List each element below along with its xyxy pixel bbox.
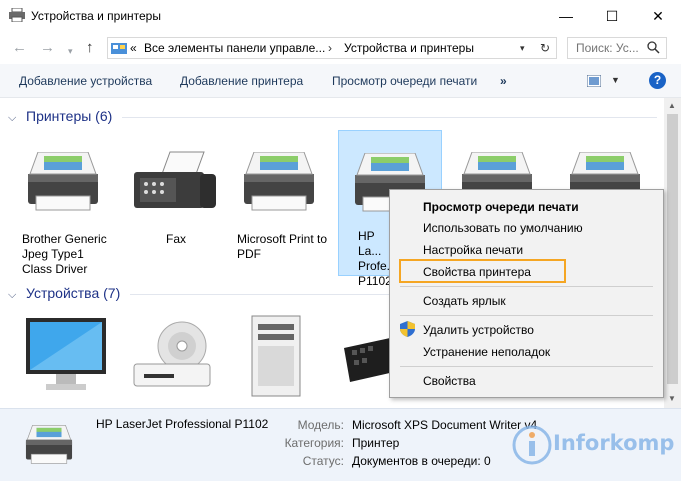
computer-tower-icon bbox=[251, 315, 301, 397]
printer-tile-brother[interactable]: Brother Generic Jpeg Type1 Class Driver bbox=[10, 132, 114, 278]
help-icon[interactable]: ? bbox=[649, 72, 666, 89]
add-device-button[interactable]: Добавление устройства bbox=[19, 74, 152, 88]
printer-label: Microsoft Print to PDF bbox=[237, 232, 328, 261]
group-header-printers[interactable]: ⌵ Принтеры (6) bbox=[8, 108, 112, 125]
menu-item-printer-properties[interactable]: Свойства принтера bbox=[423, 265, 531, 279]
group-header-devices[interactable]: ⌵ Устройства (7) bbox=[8, 285, 120, 302]
category-label: Категория: bbox=[284, 436, 344, 450]
address-dropdown-icon[interactable]: ▾ bbox=[520, 43, 525, 54]
keyboard-icon bbox=[344, 338, 394, 382]
collapse-chevron-icon[interactable]: ⌵ bbox=[8, 112, 20, 125]
maximize-icon: ☐ bbox=[605, 7, 619, 24]
printer-icon bbox=[28, 152, 98, 211]
command-bar: Добавление устройства Добавление принтер… bbox=[0, 64, 681, 98]
model-label: Модель: bbox=[297, 418, 344, 432]
device-tile-optical-drive[interactable] bbox=[124, 312, 228, 408]
printer-tile-microsoft-pdf[interactable]: Microsoft Print to PDF bbox=[226, 132, 330, 278]
context-menu: Просмотр очереди печати Использовать по … bbox=[389, 189, 664, 398]
printer-label: Brother Generic Jpeg Type1 Class Driver bbox=[22, 232, 107, 276]
menu-item-properties[interactable]: Свойства bbox=[423, 374, 476, 388]
search-box[interactable] bbox=[567, 37, 667, 59]
close-icon: ✕ bbox=[652, 7, 664, 24]
breadcrumb-separator-icon[interactable]: › bbox=[328, 41, 332, 55]
breadcrumb-overflow[interactable]: « bbox=[130, 41, 137, 55]
search-input[interactable] bbox=[568, 38, 648, 58]
control-panel-icon bbox=[111, 43, 127, 54]
printer-tile-fax[interactable]: Fax bbox=[124, 132, 228, 278]
watermark-logo: Inforkomp bbox=[510, 420, 675, 472]
printer-label: Fax bbox=[165, 232, 186, 246]
print-queue-button[interactable]: Просмотр очереди печати bbox=[332, 74, 477, 88]
uac-shield-icon bbox=[400, 321, 415, 337]
menu-item-printing-preferences[interactable]: Настройка печати bbox=[423, 243, 523, 257]
scroll-down-arrow-icon[interactable]: ▼ bbox=[668, 394, 676, 403]
title-bar: Устройства и принтеры — ☐ ✕ bbox=[0, 0, 681, 32]
watermark-text: Inforkomp bbox=[553, 431, 675, 455]
breadcrumb-item-control-panel[interactable]: Все элементы панели управле... bbox=[144, 41, 325, 55]
menu-separator bbox=[400, 286, 653, 287]
recent-dropdown-icon[interactable]: ▾ bbox=[68, 43, 73, 59]
add-printer-button[interactable]: Добавление принтера bbox=[180, 74, 303, 88]
device-tile-computer[interactable] bbox=[234, 312, 338, 408]
forward-arrow-icon[interactable]: → bbox=[40, 40, 55, 56]
group-divider bbox=[130, 294, 390, 295]
refresh-icon[interactable]: ↻ bbox=[540, 41, 550, 55]
status-label: Статус: bbox=[302, 454, 344, 468]
minimize-button[interactable]: — bbox=[543, 0, 589, 32]
category-value: Принтер bbox=[352, 436, 400, 450]
close-button[interactable]: ✕ bbox=[635, 0, 681, 32]
scroll-up-arrow-icon[interactable]: ▲ bbox=[668, 101, 676, 110]
menu-item-set-default[interactable]: Использовать по умолчанию bbox=[423, 221, 583, 235]
device-tile-monitor[interactable] bbox=[14, 312, 118, 408]
address-bar[interactable]: « Все элементы панели управле... › Устро… bbox=[107, 37, 557, 59]
devices-printers-icon bbox=[9, 8, 25, 22]
minimize-icon: — bbox=[559, 8, 573, 24]
menu-separator bbox=[400, 315, 653, 316]
vertical-scrollbar[interactable]: ▲ ▼ bbox=[664, 98, 681, 408]
menu-item-troubleshoot[interactable]: Устранение неполадок bbox=[423, 345, 550, 359]
fax-icon bbox=[134, 151, 216, 208]
status-value: Документов в очереди: 0 bbox=[352, 454, 491, 468]
menu-item-view-print-queue[interactable]: Просмотр очереди печати bbox=[423, 200, 579, 214]
scrollbar-thumb[interactable] bbox=[667, 114, 678, 384]
printer-icon bbox=[25, 425, 73, 464]
search-icon[interactable] bbox=[647, 41, 660, 54]
inforkomp-logo-icon bbox=[512, 425, 552, 465]
view-dropdown-icon[interactable]: ▼ bbox=[611, 75, 620, 85]
group-divider bbox=[122, 117, 657, 118]
collapse-chevron-icon[interactable]: ⌵ bbox=[8, 289, 20, 302]
menu-separator bbox=[400, 366, 653, 367]
back-arrow-icon[interactable]: ← bbox=[12, 40, 27, 56]
maximize-button[interactable]: ☐ bbox=[589, 0, 635, 32]
menu-item-create-shortcut[interactable]: Создать ярлык bbox=[423, 294, 506, 308]
window-title: Устройства и принтеры bbox=[31, 9, 161, 23]
device-name: HP LaserJet Professional P1102 bbox=[96, 417, 269, 431]
view-options-icon[interactable] bbox=[587, 75, 601, 87]
monitor-icon bbox=[26, 318, 106, 390]
menu-item-remove-device[interactable]: Удалить устройство bbox=[423, 323, 534, 337]
breadcrumb-item-devices[interactable]: Устройства и принтеры bbox=[344, 41, 474, 55]
more-commands-button[interactable]: » bbox=[500, 74, 507, 88]
up-arrow-icon[interactable]: ↑ bbox=[86, 40, 94, 56]
printer-label: HP La... Profe... P1102 bbox=[358, 229, 392, 288]
printer-icon bbox=[244, 152, 314, 211]
dvd-drive-icon bbox=[133, 321, 211, 387]
